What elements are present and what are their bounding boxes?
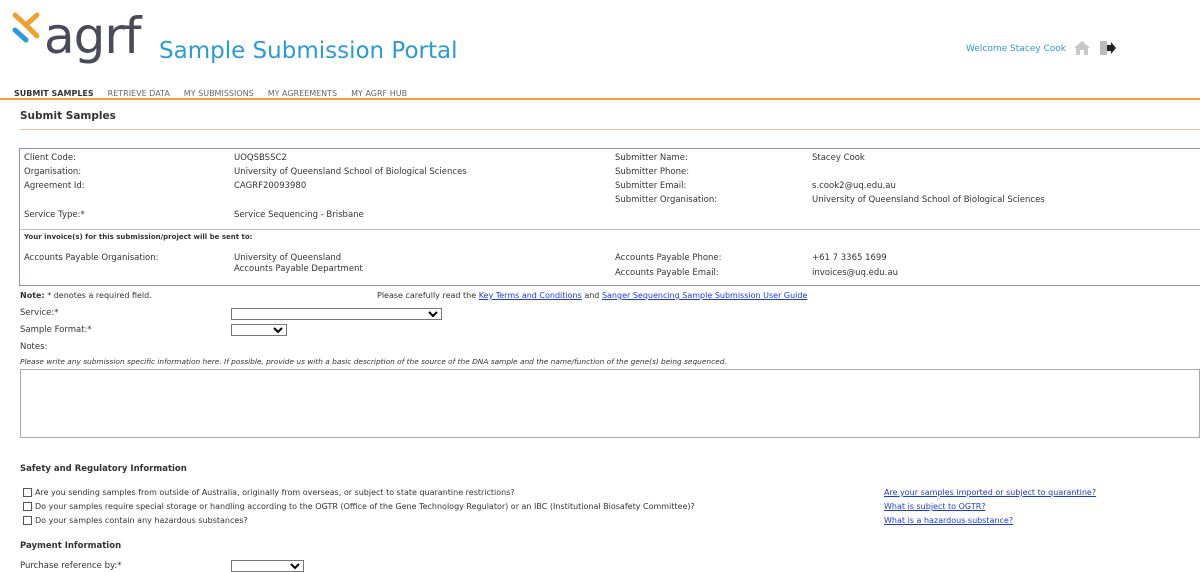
logo-text: agrf bbox=[44, 7, 142, 65]
organisation-label: Organisation: bbox=[24, 167, 82, 177]
nav-my-agrf-hub[interactable]: MY AGRF HUB bbox=[351, 89, 407, 98]
notes-textarea[interactable] bbox=[20, 369, 1200, 438]
nav-my-agreements[interactable]: MY AGREEMENTS bbox=[268, 89, 337, 98]
submitter-org-value: University of Queensland School of Biolo… bbox=[812, 195, 1045, 205]
quarantine-checkbox[interactable] bbox=[23, 488, 32, 497]
page-title: Submit Samples bbox=[20, 110, 116, 122]
nav-submit-samples[interactable]: SUBMIT SAMPLES bbox=[14, 89, 94, 98]
sample-format-label: Sample Format:* bbox=[20, 325, 92, 335]
submitter-org-label: Submitter Organisation: bbox=[615, 195, 718, 205]
invoice-note: Your invoice(s) for this submission/proj… bbox=[24, 233, 253, 241]
quarantine-question: Are you sending samples from outside of … bbox=[35, 488, 515, 497]
welcome-user-link[interactable]: Welcome Stacey Cook bbox=[966, 44, 1066, 54]
client-code-label: Client Code: bbox=[24, 153, 76, 163]
hazardous-question: Do your samples contain any hazardous su… bbox=[35, 516, 248, 525]
payment-title: Payment Information bbox=[20, 541, 122, 551]
ap-phone-label: Accounts Payable Phone: bbox=[615, 253, 722, 263]
ap-org-line1: University of Queensland bbox=[234, 253, 342, 263]
user-guide-link[interactable]: Sanger Sequencing Sample Submission User… bbox=[602, 291, 807, 300]
ap-org-label: Accounts Payable Organisation: bbox=[24, 253, 159, 263]
nav-divider bbox=[0, 98, 1200, 100]
portal-title: Sample Submission Portal bbox=[159, 38, 458, 64]
quarantine-help-link[interactable]: Are your samples imported or subject to … bbox=[884, 487, 1096, 498]
notes-hint: Please write any submission specific inf… bbox=[20, 357, 727, 366]
title-divider bbox=[20, 129, 1200, 130]
service-select[interactable] bbox=[231, 308, 442, 320]
submission-info-box bbox=[19, 148, 1200, 286]
read-prefix: Please carefully read the bbox=[377, 291, 477, 300]
ogtr-question: Do your samples require special storage … bbox=[35, 502, 695, 511]
hazardous-checkbox[interactable] bbox=[23, 516, 32, 525]
required-note: Note: * denotes a required field. bbox=[20, 290, 152, 301]
purchase-reference-select[interactable] bbox=[231, 560, 304, 572]
main-nav: SUBMIT SAMPLES RETRIEVE DATA MY SUBMISSI… bbox=[14, 89, 421, 98]
submitter-phone-label: Submitter Phone: bbox=[615, 167, 690, 177]
ap-phone-value: +61 7 3365 1699 bbox=[812, 253, 887, 263]
service-type-value: Service Sequencing - Brisbane bbox=[234, 210, 364, 220]
hazardous-help-link[interactable]: What is a hazardous substance? bbox=[884, 515, 1013, 526]
sample-format-select[interactable] bbox=[231, 324, 287, 336]
ap-email-label: Accounts Payable Email: bbox=[615, 268, 719, 278]
terms-notice: Please carefully read the Key Terms and … bbox=[377, 290, 807, 301]
submitter-email-value: s.cook2@uq.edu.au bbox=[812, 181, 896, 191]
ogtr-help-link[interactable]: What is subject to OGTR? bbox=[884, 501, 986, 512]
nav-my-submissions[interactable]: MY SUBMISSIONS bbox=[184, 89, 254, 98]
organisation-value: University of Queensland School of Biolo… bbox=[234, 167, 467, 177]
note-label: Note: bbox=[20, 291, 45, 300]
agrf-logo-icon bbox=[12, 12, 40, 43]
submitter-name-label: Submitter Name: bbox=[615, 153, 688, 163]
notes-label: Notes: bbox=[20, 342, 48, 352]
home-icon[interactable] bbox=[1073, 40, 1091, 56]
submitter-email-label: Submitter Email: bbox=[615, 181, 687, 191]
client-code-value: UOQSBSSC2 bbox=[234, 153, 287, 163]
ap-org-line2: Accounts Payable Department bbox=[234, 264, 363, 274]
agreement-value: CAGRF20093980 bbox=[234, 181, 307, 191]
required-text: * denotes a required field. bbox=[47, 291, 152, 300]
safety-title: Safety and Regulatory Information bbox=[20, 464, 187, 474]
and-text: and bbox=[584, 291, 600, 300]
purchase-reference-label: Purchase reference by:* bbox=[20, 561, 122, 571]
ogtr-checkbox[interactable] bbox=[23, 502, 32, 511]
submitter-name-value: Stacey Cook bbox=[812, 153, 865, 163]
ap-email-value: invoices@uq.edu.au bbox=[812, 268, 898, 278]
terms-link[interactable]: Key Terms and Conditions bbox=[479, 291, 582, 300]
logout-icon[interactable] bbox=[1099, 40, 1117, 56]
agreement-label: Agreement Id: bbox=[24, 181, 85, 191]
info-divider bbox=[20, 229, 1200, 230]
nav-retrieve-data[interactable]: RETRIEVE DATA bbox=[108, 89, 170, 98]
service-type-label: Service Type:* bbox=[24, 210, 85, 220]
service-label: Service:* bbox=[20, 308, 59, 318]
